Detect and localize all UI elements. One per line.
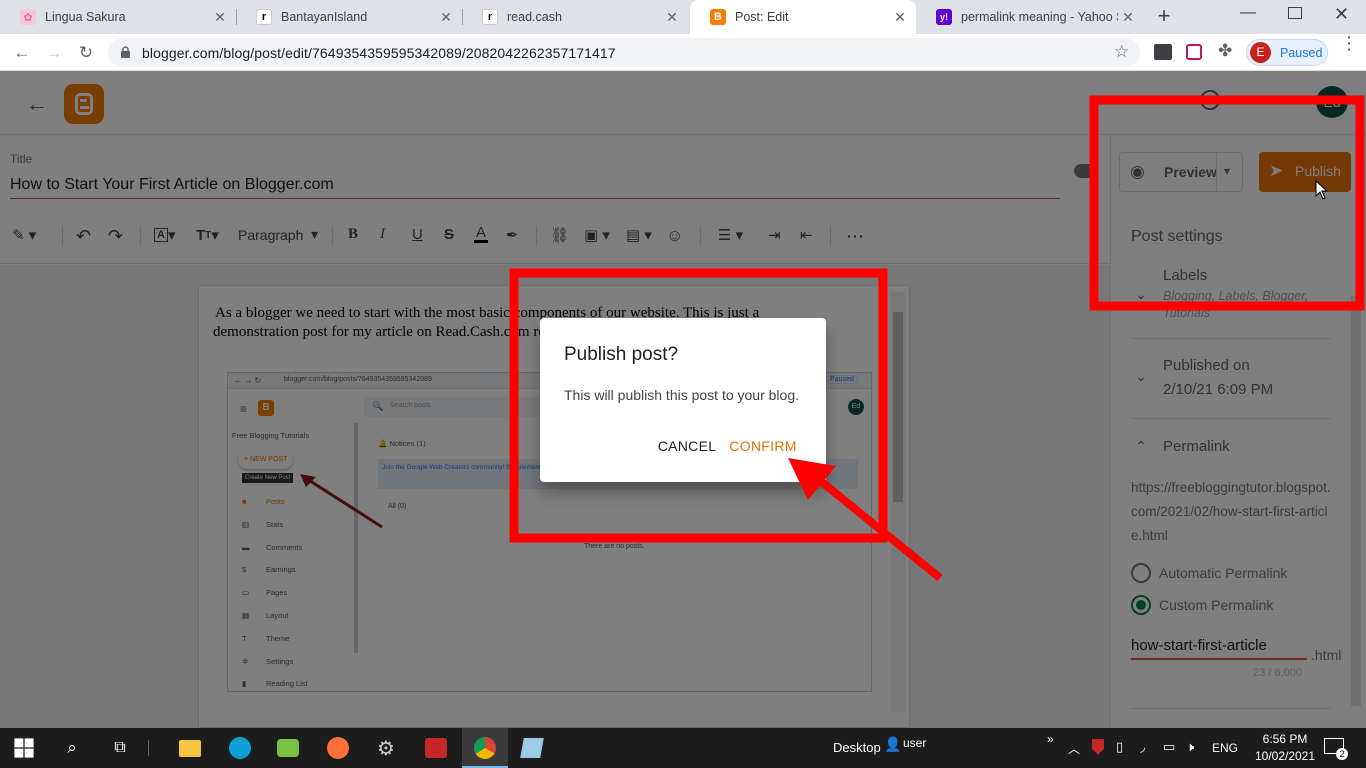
cloud-app-icon[interactable] [277, 739, 299, 757]
tab-title: permalink meaning - Yahoo Se [961, 10, 1118, 24]
file-explorer-icon[interactable] [179, 739, 201, 757]
close-icon[interactable]: ✕ [436, 9, 456, 26]
clock-time[interactable]: 6:56 PM [1250, 732, 1320, 746]
tab-yahoo[interactable]: y! permalink meaning - Yahoo Se ✕ [916, 0, 1144, 34]
game-app-icon[interactable] [425, 738, 447, 758]
tab-strip: ✿ Lingua Sakura ✕ r BantayanIsland ✕ r r… [0, 0, 1366, 34]
yahoo-icon: y! [936, 9, 952, 25]
address-bar: ← → ↻ blogger.com/blog/post/edit/7649354… [0, 34, 1366, 71]
close-icon[interactable]: ✕ [890, 9, 910, 26]
windows-start-icon[interactable] [12, 736, 36, 760]
profile-button[interactable]: E Paused [1246, 39, 1328, 66]
profile-status: Paused [1280, 46, 1323, 60]
security-shield-icon[interactable] [1092, 739, 1104, 755]
menu-icon[interactable]: ⋮ [1340, 34, 1358, 52]
r-icon: r [482, 9, 498, 25]
device-icon[interactable]: ▯ [1116, 739, 1123, 755]
restore-icon[interactable] [1288, 7, 1302, 19]
confirm-button[interactable]: CONFIRM [728, 438, 798, 458]
forward-icon[interactable]: → [42, 41, 66, 65]
lock-icon [121, 46, 130, 58]
tool-app-icon[interactable]: ⚙ [374, 736, 398, 760]
tab-post-edit[interactable]: B Post: Edit ✕ [690, 0, 916, 34]
network-icon[interactable]: ▭ [1163, 739, 1175, 755]
pocket-icon[interactable] [1186, 44, 1202, 60]
notification-count: 2 [1336, 748, 1348, 760]
task-view-icon[interactable]: ⧉ [108, 736, 132, 760]
back-icon[interactable]: ← [10, 41, 34, 65]
r-icon: r [256, 9, 272, 25]
tab-title: Lingua Sakura [45, 10, 126, 24]
notepad-icon[interactable] [520, 738, 544, 758]
window-close-icon[interactable]: ✕ [1334, 4, 1349, 25]
language-indicator[interactable]: ENG [1212, 741, 1238, 755]
search-icon[interactable]: ⌕ [60, 736, 84, 760]
omnibox[interactable]: blogger.com/blog/post/edit/7649354359595… [108, 38, 1140, 67]
chrome-taskbar-item[interactable] [462, 728, 508, 768]
profile-avatar: E [1250, 42, 1271, 63]
tray-up-icon[interactable]: ︿ [1068, 740, 1080, 757]
tab-title: read.cash [507, 10, 562, 24]
close-icon[interactable]: ✕ [1118, 9, 1138, 26]
puzzle-icon[interactable]: ✤ [1218, 41, 1232, 61]
close-icon[interactable]: ✕ [662, 9, 682, 26]
tab-title: BantayanIsland [281, 10, 368, 24]
tab-lingua-sakura[interactable]: ✿ Lingua Sakura ✕ [0, 0, 236, 34]
edge-icon[interactable] [229, 737, 251, 759]
wifi-icon[interactable]: ◞ [1140, 739, 1145, 755]
tab-bantayanisland[interactable]: r BantayanIsland ✕ [236, 0, 462, 34]
dialog-message: This will publish this post to your blog… [564, 387, 799, 403]
user-label[interactable]: user [903, 736, 926, 750]
cancel-button[interactable]: CANCEL [648, 438, 726, 458]
desktop-toolbar-label[interactable]: Desktop [833, 740, 881, 755]
firefox-icon[interactable] [327, 737, 349, 759]
windows-taskbar: ⌕ ⧉ ⚙ Desktop 👤 user » ︿ ▯ ◞ ▭ 🕨 ENG 6:5… [0, 728, 1366, 768]
dialog-title: Publish post? [564, 344, 679, 365]
expand-toolbar-icon[interactable]: » [1047, 732, 1054, 746]
clock-date[interactable]: 10/02/2021 [1248, 749, 1322, 763]
user-icon: 👤 [884, 736, 902, 752]
bookmark-star-icon[interactable]: ☆ [1114, 42, 1129, 62]
blogger-icon: B [710, 9, 726, 25]
publish-dialog: Publish post? This will publish this pos… [540, 318, 826, 482]
volume-muted-icon[interactable]: 🕨 [1186, 739, 1194, 755]
chrome-icon [474, 737, 496, 759]
new-tab-icon[interactable]: + [1152, 5, 1176, 29]
reload-icon[interactable]: ↻ [74, 41, 98, 65]
close-icon[interactable]: ✕ [210, 9, 230, 26]
url-text[interactable]: blogger.com/blog/post/edit/7649354359595… [142, 45, 616, 61]
minimize-icon[interactable]: — [1240, 4, 1260, 22]
flower-icon: ✿ [20, 9, 36, 25]
extension-icon[interactable] [1154, 44, 1172, 60]
tab-title: Post: Edit [735, 10, 789, 24]
mouse-cursor-icon [1315, 180, 1329, 200]
tab-read-cash[interactable]: r read.cash ✕ [462, 0, 688, 34]
